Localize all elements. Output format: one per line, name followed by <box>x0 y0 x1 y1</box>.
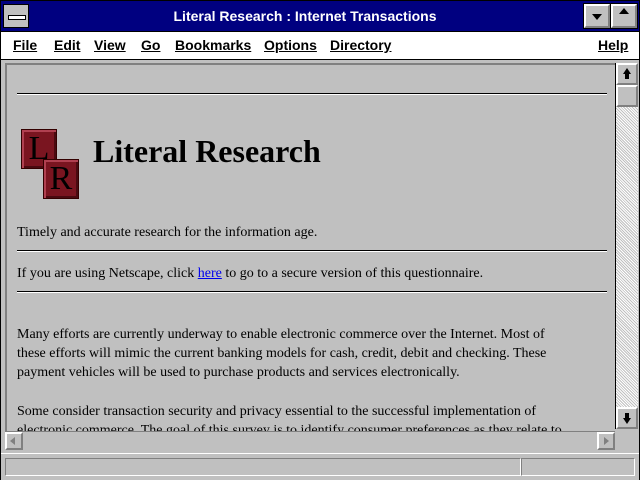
arrow-down-icon <box>623 413 631 424</box>
paragraph-line: payment vehicles will be used to purchas… <box>17 365 460 380</box>
page-heading: Literal Research <box>93 133 321 169</box>
menu-bookmarks-label: Bookmarks <box>175 37 252 53</box>
browser-window: Literal Research : Internet Transactions… <box>0 0 640 480</box>
menu-bookmarks[interactable]: Bookmarks <box>175 32 251 59</box>
paragraph-line: Many efforts are currently underway to e… <box>17 327 545 342</box>
status-text <box>5 458 521 476</box>
progress-indicator <box>521 458 635 476</box>
menu-view[interactable]: View <box>94 32 126 59</box>
horizontal-rule <box>17 291 607 293</box>
window-title: Literal Research : Internet Transactions <box>173 8 437 24</box>
tagline: Timely and accurate research for the inf… <box>17 225 318 240</box>
paragraph-line: electronic commerce. The goal of this su… <box>17 423 562 431</box>
maximize-icon <box>619 8 629 14</box>
minimize-button[interactable] <box>583 3 611 29</box>
netscape-notice-text: to go to a secure version of this questi… <box>221 266 484 281</box>
arrow-right-icon <box>604 437 609 445</box>
system-menu-icon <box>8 15 26 20</box>
scrollbar-corner <box>615 431 637 451</box>
secure-version-link[interactable]: here <box>198 266 222 281</box>
scroll-up-button[interactable] <box>616 63 638 85</box>
vertical-scroll-thumb[interactable] <box>616 85 638 107</box>
menu-go-label: Go <box>141 37 161 53</box>
menu-edit-label: Edit <box>54 37 81 53</box>
maximize-button[interactable] <box>610 3 638 29</box>
system-menu-button[interactable] <box>3 4 29 28</box>
menu-file-label: File <box>13 37 38 53</box>
netscape-notice: If you are using Netscape, click here to… <box>17 264 483 283</box>
menu-options-label: Options <box>264 37 317 53</box>
menu-directory[interactable]: Directory <box>330 32 391 59</box>
paragraph-line: Some consider transaction security and p… <box>17 404 537 419</box>
menu-help-label: Help <box>598 37 629 53</box>
menu-go[interactable]: Go <box>141 32 160 59</box>
vertical-scrollbar[interactable] <box>615 63 638 429</box>
horizontal-rule <box>17 93 607 95</box>
literal-research-logo: L R <box>21 129 81 199</box>
minimize-icon <box>592 14 602 20</box>
vertical-scroll-track[interactable] <box>616 85 638 407</box>
menu-file[interactable]: File <box>13 32 37 59</box>
horizontal-scrollbar[interactable] <box>5 431 615 450</box>
scroll-left-button[interactable] <box>5 432 23 450</box>
scroll-right-button[interactable] <box>597 432 615 450</box>
paragraph-line: these efforts will mimic the current ban… <box>17 346 547 361</box>
menu-help[interactable]: Help <box>598 32 628 59</box>
horizontal-rule <box>17 250 607 252</box>
menu-options[interactable]: Options <box>264 32 317 59</box>
logo-letter-r: R <box>43 159 79 199</box>
netscape-notice-text: If you are using Netscape, click <box>17 266 198 281</box>
menu-edit[interactable]: Edit <box>54 32 80 59</box>
arrow-up-icon <box>623 68 631 79</box>
page-content[interactable]: L R Literal Research Timely and accurate… <box>5 63 617 431</box>
status-bar <box>1 453 639 480</box>
scroll-down-button[interactable] <box>616 407 638 429</box>
menu-bar: File Edit View Go Bookmarks Options Dire… <box>1 32 639 60</box>
menu-view-label: View <box>94 37 126 53</box>
menu-directory-label: Directory <box>330 37 392 53</box>
title-bar[interactable]: Literal Research : Internet Transactions <box>1 1 639 32</box>
arrow-left-icon <box>10 437 15 445</box>
